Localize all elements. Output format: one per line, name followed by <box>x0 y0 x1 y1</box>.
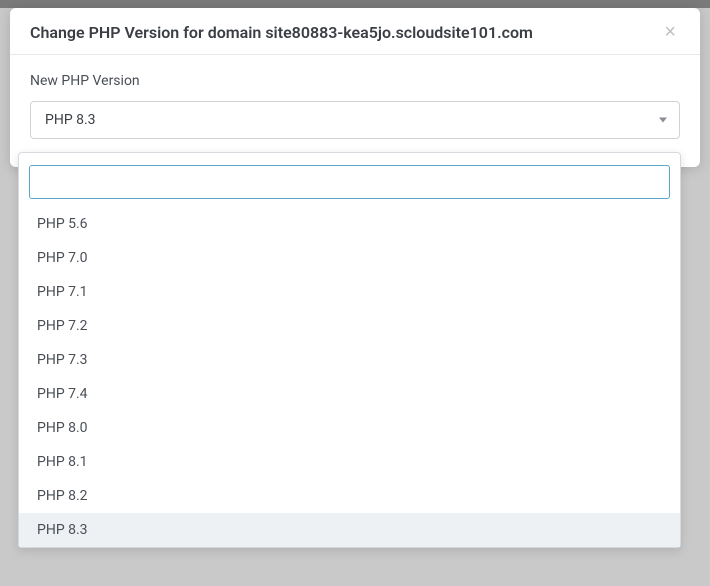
option-php-7-0[interactable]: PHP 7.0 <box>19 241 680 275</box>
option-php-8-1[interactable]: PHP 8.1 <box>19 445 680 479</box>
option-php-7-1[interactable]: PHP 7.1 <box>19 275 680 309</box>
php-version-label: New PHP Version <box>30 73 680 89</box>
chevron-down-icon <box>659 118 667 123</box>
close-icon: × <box>664 21 676 43</box>
dropdown-search-wrap <box>19 161 680 207</box>
change-php-version-modal: Change PHP Version for domain site80883-… <box>10 8 700 167</box>
option-php-8-2[interactable]: PHP 8.2 <box>19 479 680 513</box>
option-php-7-2[interactable]: PHP 7.2 <box>19 309 680 343</box>
dropdown-options-list[interactable]: PHP 5.6 PHP 7.0 PHP 7.1 PHP 7.2 PHP 7.3 … <box>19 207 680 547</box>
php-version-select[interactable]: PHP 8.3 <box>30 101 680 139</box>
modal-title: Change PHP Version for domain site80883-… <box>30 23 533 42</box>
option-php-7-4[interactable]: PHP 7.4 <box>19 377 680 411</box>
modal-body: New PHP Version PHP 8.3 <box>10 55 700 167</box>
option-php-8-3[interactable]: PHP 8.3 <box>19 513 680 547</box>
close-button[interactable]: × <box>660 22 680 42</box>
select-value: PHP 8.3 <box>45 112 96 128</box>
option-php-5-6[interactable]: PHP 5.6 <box>19 207 680 241</box>
php-version-dropdown: PHP 5.6 PHP 7.0 PHP 7.1 PHP 7.2 PHP 7.3 … <box>18 152 681 548</box>
option-php-8-0[interactable]: PHP 8.0 <box>19 411 680 445</box>
dropdown-search-input[interactable] <box>29 165 670 199</box>
option-php-7-3[interactable]: PHP 7.3 <box>19 343 680 377</box>
modal-header: Change PHP Version for domain site80883-… <box>10 8 700 55</box>
backdrop <box>0 0 710 8</box>
